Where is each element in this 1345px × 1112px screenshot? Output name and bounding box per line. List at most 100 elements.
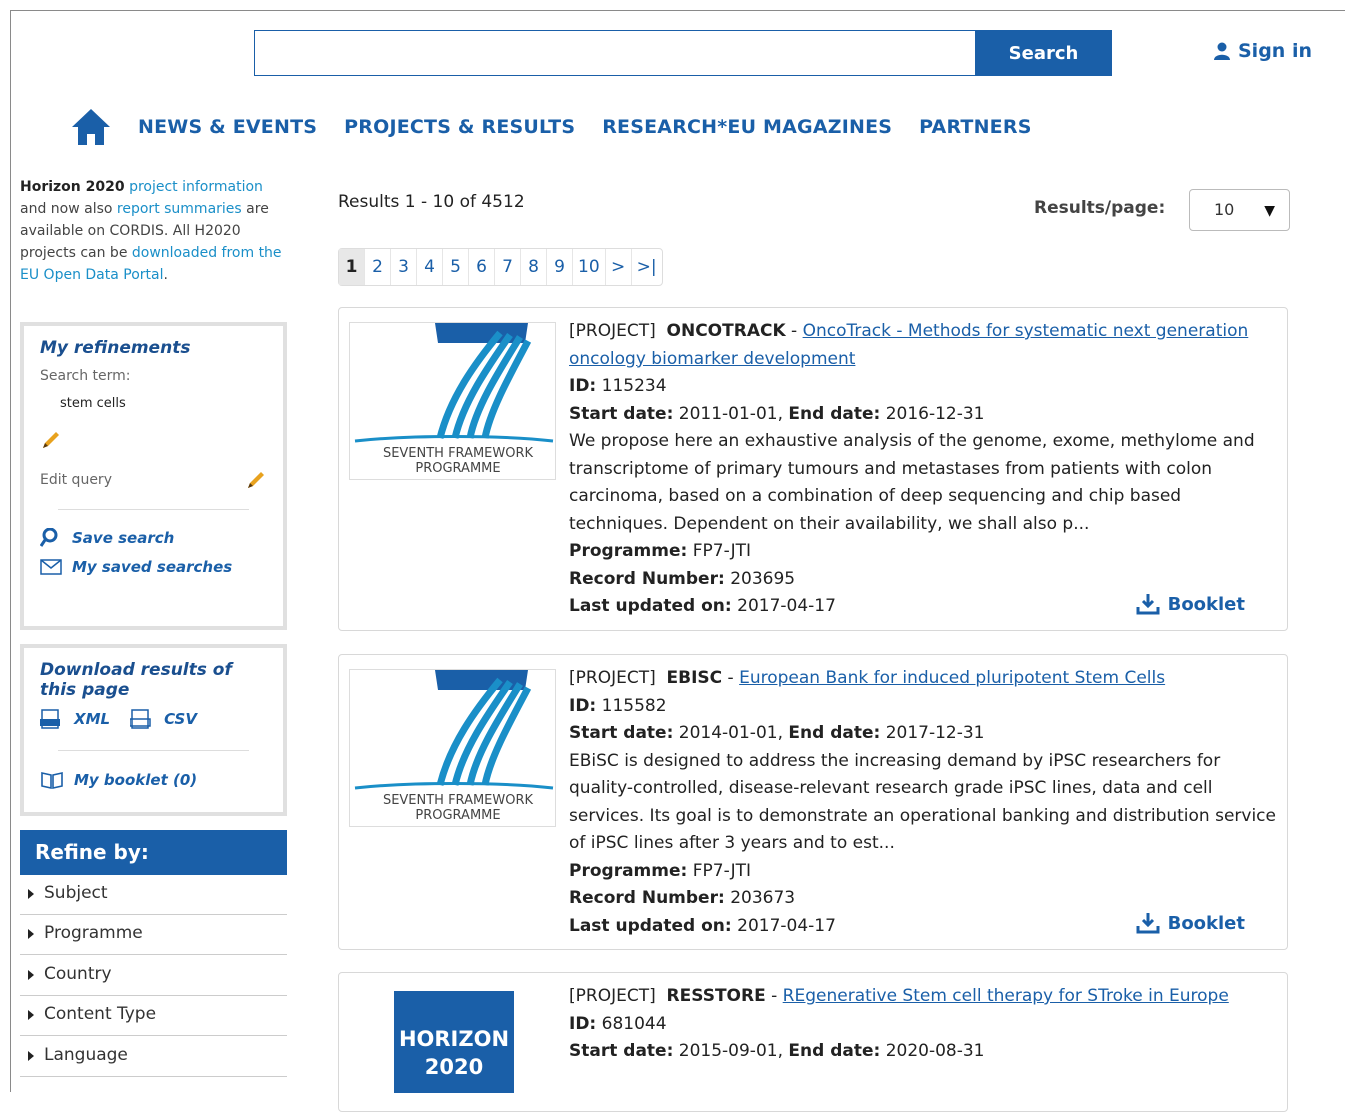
download-icon	[1136, 913, 1160, 934]
result-end-date: 2016-12-31	[885, 403, 985, 424]
id-label: ID:	[569, 376, 597, 396]
home-icon[interactable]	[70, 106, 112, 148]
nav-projects-results[interactable]: PROJECTS & RESULTS	[344, 116, 575, 138]
result-title-link[interactable]: European Bank for induced pluripotent St…	[739, 668, 1165, 688]
page-1[interactable]: 1	[339, 249, 365, 285]
booklet-button[interactable]: Booklet	[1136, 592, 1245, 616]
download-icon	[1136, 594, 1160, 615]
edit-query-label[interactable]: Edit query	[40, 472, 112, 488]
page-4[interactable]: 4	[417, 249, 443, 285]
download-csv-link[interactable]: CSV	[130, 708, 197, 730]
result-card: HORIZON 2020 [PROJECT] RESSTORE - REgene…	[338, 972, 1288, 1112]
fp7-logo: SEVENTH FRAMEWORK PROGRAMME	[349, 669, 556, 827]
page-9[interactable]: 9	[547, 249, 573, 285]
nav-research-eu-magazines[interactable]: RESEARCH*EU MAGAZINES	[602, 116, 892, 138]
xml-file-icon	[40, 709, 60, 729]
download-xml-link[interactable]: XML	[40, 708, 110, 730]
page-6[interactable]: 6	[469, 249, 495, 285]
result-card: SEVENTH FRAMEWORK PROGRAMME [PROJECT] EB…	[338, 654, 1288, 950]
logo-line-2: PROGRAMME	[415, 461, 500, 476]
search-button[interactable]: Search	[975, 30, 1112, 76]
programme-label: Programme:	[569, 541, 688, 561]
download-box: Download results of this page XML CSV My…	[20, 644, 287, 816]
expand-triangle-icon	[28, 1051, 34, 1061]
expand-triangle-icon	[28, 929, 34, 939]
my-refinements-box: My refinements Search term: stem cells E…	[20, 322, 287, 630]
report-summaries-link[interactable]: report summaries	[117, 201, 242, 217]
saved-searches-label: My saved searches	[72, 558, 233, 576]
xml-label: XML	[74, 710, 111, 728]
result-acronym: EBISC	[666, 668, 723, 688]
csv-label: CSV	[164, 710, 197, 728]
refine-label: Country	[44, 964, 112, 984]
results-per-page-value: 10	[1214, 200, 1235, 219]
divider	[58, 750, 249, 751]
start-date-label: Start date:	[569, 403, 674, 424]
save-search-link[interactable]: Save search	[40, 528, 267, 548]
dropdown-arrow-icon: ▼	[1264, 203, 1275, 219]
intro-text-1: and now also	[20, 201, 113, 217]
result-body: [PROJECT] RESSTORE - REgenerative Stem c…	[569, 986, 1229, 1061]
record-number-label: Record Number:	[569, 568, 725, 589]
main-nav: NEWS & EVENTS PROJECTS & RESULTS RESEARC…	[70, 106, 1059, 148]
page-10[interactable]: 10	[573, 249, 606, 285]
pencil-icon[interactable]	[40, 429, 62, 451]
my-booklet-link[interactable]: My booklet (0)	[40, 771, 267, 789]
result-record-number: 203673	[730, 888, 796, 908]
refine-label: Subject	[44, 883, 108, 903]
project-information-link[interactable]: project information	[129, 179, 263, 195]
last-updated-label: Last updated on:	[569, 596, 732, 616]
sign-in-label: Sign in	[1238, 40, 1312, 62]
sign-in-link[interactable]: Sign in	[1212, 40, 1312, 62]
result-start-date: 2015-09-01	[678, 1041, 778, 1061]
next-page[interactable]: >	[606, 249, 632, 285]
page-5[interactable]: 5	[443, 249, 469, 285]
page-7[interactable]: 7	[495, 249, 521, 285]
booklet-button[interactable]: Booklet	[1136, 911, 1245, 935]
result-description: We propose here an exhaustive analysis o…	[569, 431, 1255, 534]
nav-partners[interactable]: PARTNERS	[919, 116, 1031, 138]
result-body: [PROJECT] EBISC - European Bank for indu…	[569, 665, 1284, 940]
search-input[interactable]	[254, 30, 976, 76]
saved-searches-link[interactable]: My saved searches	[40, 558, 267, 576]
fp7-logo: SEVENTH FRAMEWORK PROGRAMME	[349, 322, 556, 480]
page-8[interactable]: 8	[521, 249, 547, 285]
last-updated-label: Last updated on:	[569, 915, 732, 936]
result-body: [PROJECT] ONCOTRACK - OncoTrack - Method…	[569, 318, 1284, 621]
logo-line-2: 2020	[424, 1055, 484, 1079]
start-date-label: Start date:	[569, 1041, 674, 1061]
result-acronym: RESSTORE	[666, 986, 766, 1006]
start-date-label: Start date:	[569, 723, 674, 743]
result-id: 681044	[601, 1013, 667, 1034]
refine-by-header: Refine by:	[20, 830, 287, 875]
refine-country[interactable]: Country	[20, 956, 287, 996]
expand-triangle-icon	[28, 1010, 34, 1020]
last-page[interactable]: >|	[632, 249, 662, 285]
search-term-label: Search term:	[40, 368, 131, 384]
end-date-label: End date:	[788, 1041, 881, 1061]
result-programme: FP7-JTI	[692, 541, 752, 561]
result-type: [PROJECT]	[569, 668, 656, 688]
results-per-page-select[interactable]: 10 ▼	[1189, 189, 1290, 231]
refine-subject[interactable]: Subject	[20, 875, 287, 915]
result-title-link[interactable]: REgenerative Stem cell therapy for STrok…	[783, 986, 1229, 1006]
refine-language[interactable]: Language	[20, 1037, 287, 1077]
id-label: ID:	[569, 1013, 597, 1034]
page-3[interactable]: 3	[391, 249, 417, 285]
refine-programme[interactable]: Programme	[20, 915, 287, 955]
nav-news-events[interactable]: NEWS & EVENTS	[138, 116, 317, 138]
result-start-date: 2014-01-01	[678, 723, 778, 743]
booklet-label: Booklet	[1167, 912, 1245, 934]
end-date-label: End date:	[788, 723, 881, 743]
logo-line-2: PROGRAMME	[415, 808, 500, 823]
result-id: 115234	[601, 376, 667, 396]
page-2[interactable]: 2	[365, 249, 391, 285]
result-end-date: 2017-12-31	[885, 723, 985, 743]
end-date-label: End date:	[788, 403, 881, 424]
intro-text-3: .	[163, 267, 168, 283]
edit-query-pencil-icon[interactable]	[245, 469, 267, 491]
refine-label: Language	[44, 1045, 128, 1065]
refinements-title: My refinements	[40, 338, 191, 358]
refine-content-type[interactable]: Content Type	[20, 996, 287, 1036]
my-booklet-label: My booklet (0)	[74, 771, 198, 789]
